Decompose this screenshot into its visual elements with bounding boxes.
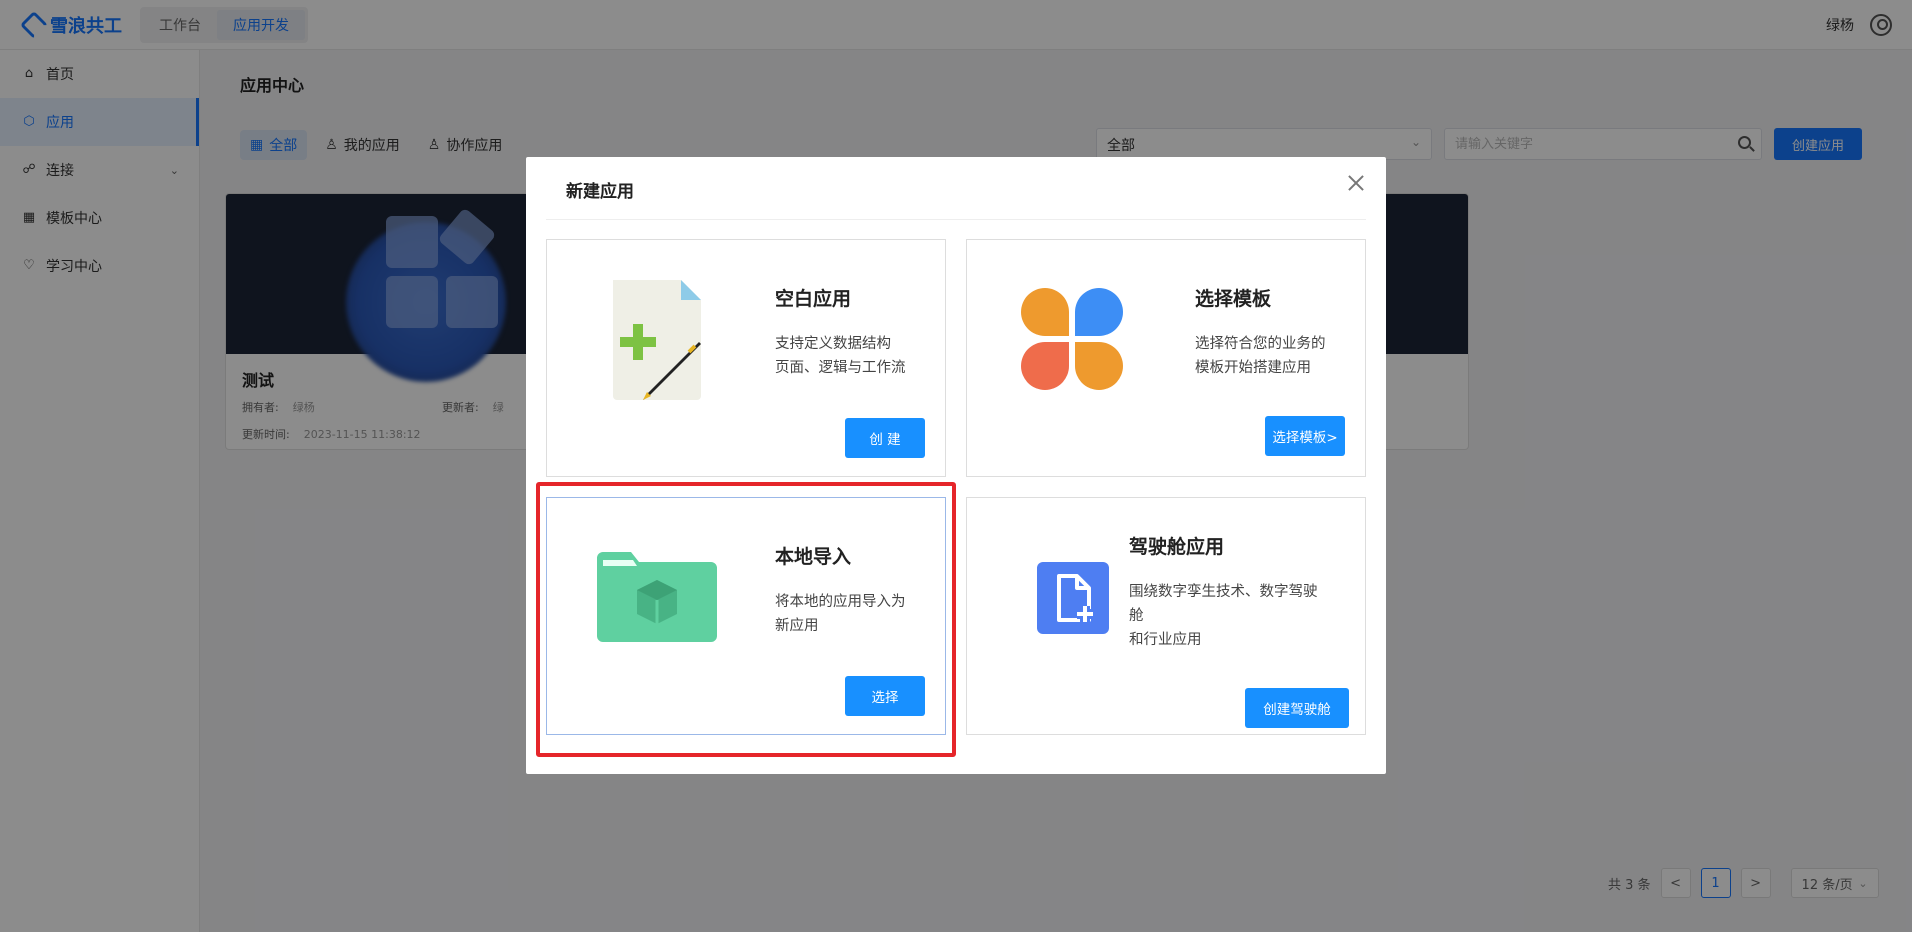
option-description: 支持定义数据结构 页面、逻辑与工作流 — [775, 332, 935, 380]
modal-divider — [546, 219, 1366, 220]
option-description-line: 页面、逻辑与工作流 — [775, 360, 906, 376]
option-description-line: 模板开始搭建应用 — [1195, 360, 1311, 376]
option-cockpit-app[interactable]: 驾驶舱应用 围绕数字孪生技术、数字驾驶 舱 和行业应用 创建驾驶舱 — [966, 497, 1366, 735]
option-description-line: 围绕数字孪生技术、数字驾驶 — [1129, 584, 1318, 600]
highlight-annotation — [536, 482, 956, 757]
option-description-line: 和行业应用 — [1129, 632, 1202, 648]
add-file-icon — [1037, 562, 1109, 634]
option-description-line: 支持定义数据结构 — [775, 336, 891, 352]
select-template-button[interactable]: 选择模板> — [1265, 416, 1345, 456]
option-description: 选择符合您的业务的 模板开始搭建应用 — [1195, 332, 1355, 380]
option-title: 驾驶舱应用 — [1129, 536, 1225, 558]
option-blank-app[interactable]: 空白应用 支持定义数据结构 页面、逻辑与工作流 创 建 — [546, 239, 946, 477]
option-description-line: 舱 — [1129, 608, 1144, 624]
option-title: 选择模板 — [1195, 288, 1272, 310]
option-description-line: 选择符合您的业务的 — [1195, 336, 1326, 352]
create-blank-app-button[interactable]: 创 建 — [845, 418, 925, 458]
create-cockpit-button[interactable]: 创建驾驶舱 — [1245, 688, 1349, 728]
modal-title: 新建应用 — [566, 182, 634, 202]
template-petals-icon — [1021, 288, 1123, 390]
blank-document-icon — [613, 280, 701, 400]
option-select-template[interactable]: 选择模板 选择符合您的业务的 模板开始搭建应用 选择模板> — [966, 239, 1366, 477]
option-description: 围绕数字孪生技术、数字驾驶 舱 和行业应用 — [1129, 580, 1355, 652]
close-icon[interactable] — [1346, 173, 1366, 193]
option-title: 空白应用 — [775, 288, 852, 310]
